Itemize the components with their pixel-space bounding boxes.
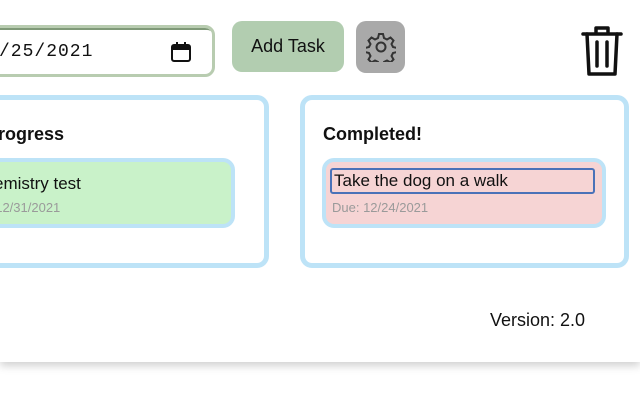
task-title: emistry test: [0, 174, 81, 193]
task-card[interactable]: Due: 12/24/2021: [322, 158, 606, 228]
add-task-button[interactable]: Add Task: [232, 21, 344, 72]
due-date-value: /25/2021: [0, 42, 94, 62]
calendar-icon[interactable]: [170, 41, 192, 63]
column-title: Completed!: [323, 124, 422, 144]
app-window: /25/2021 Add Task rogress emistry test 1…: [0, 0, 640, 362]
version-label: Version: 2.0: [490, 310, 586, 330]
trash-icon[interactable]: [580, 25, 624, 77]
column-title: rogress: [0, 124, 65, 144]
task-due-date: Due: 12/24/2021: [332, 200, 429, 215]
in-progress-column: rogress emistry test : 12/31/2021: [0, 95, 269, 268]
task-title-edit-input[interactable]: [330, 168, 595, 194]
gear-icon: [365, 33, 396, 62]
task-due-date: : 12/31/2021: [0, 200, 61, 215]
due-date-input[interactable]: /25/2021: [0, 25, 215, 77]
completed-column: Completed! Due: 12/24/2021: [300, 95, 629, 268]
settings-button[interactable]: [356, 21, 405, 73]
task-card[interactable]: emistry test : 12/31/2021: [0, 158, 235, 228]
